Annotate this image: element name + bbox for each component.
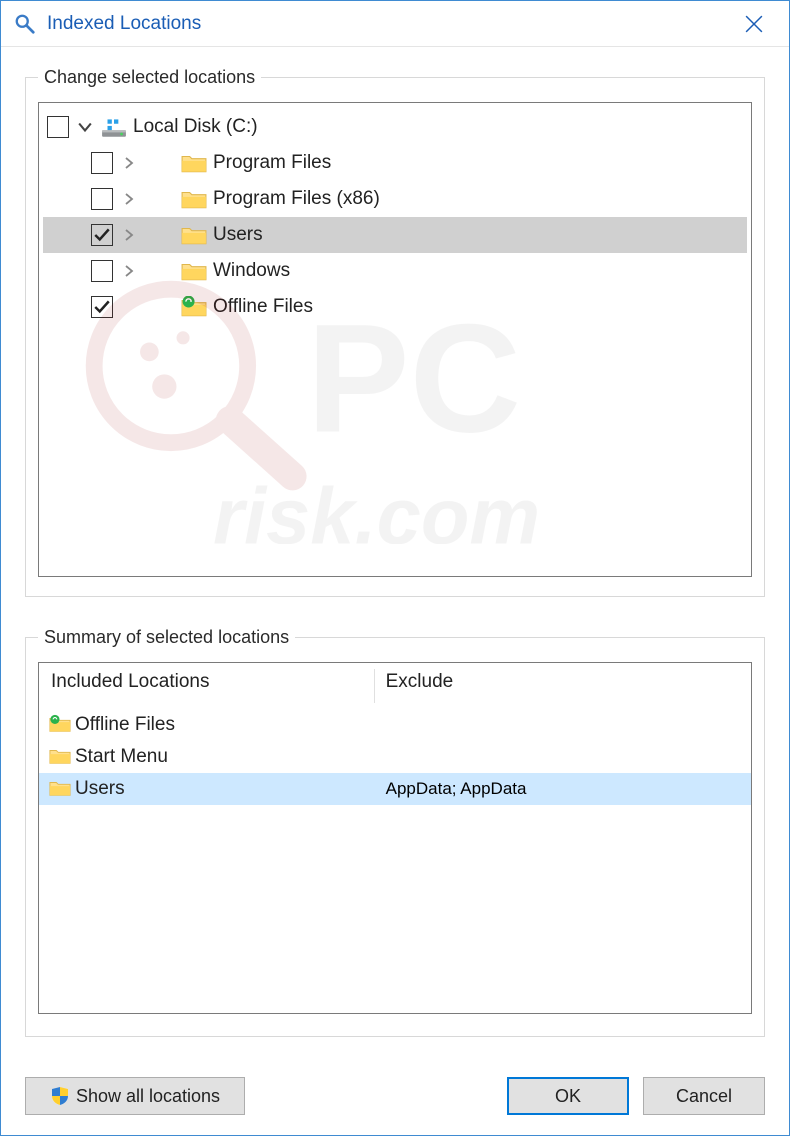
list-item-label: Users <box>75 778 125 800</box>
exclude-cell: AppData; AppData <box>374 773 751 805</box>
tree-expander[interactable] <box>119 261 139 281</box>
shield-icon <box>50 1086 70 1106</box>
change-locations-group: Change selected locations PC risk.com <box>25 67 765 597</box>
list-item[interactable]: Offline Files <box>39 709 374 741</box>
tree-row[interactable]: Users <box>43 217 747 253</box>
offline-folder-icon <box>49 714 71 736</box>
tree-label: Windows <box>213 260 290 282</box>
tree-row[interactable]: Local Disk (C:) <box>43 109 747 145</box>
close-button[interactable] <box>719 1 789 47</box>
folder-icon <box>49 778 71 800</box>
tree-label: Offline Files <box>213 296 313 318</box>
tree-label: Users <box>213 224 263 246</box>
ok-button[interactable]: OK <box>507 1077 629 1115</box>
cancel-button[interactable]: Cancel <box>643 1077 765 1115</box>
dialog-footer: Show all locations OK Cancel <box>25 1077 765 1115</box>
tree-expander[interactable] <box>75 117 95 137</box>
folder-icon <box>49 746 71 768</box>
folder-icon <box>181 222 207 248</box>
summary-list[interactable]: Included Locations Offline Files <box>38 662 752 1014</box>
tree-row[interactable]: Program Files (x86) <box>43 181 747 217</box>
tree-label: Local Disk (C:) <box>133 116 258 138</box>
folder-icon <box>181 186 207 212</box>
tree-label: Program Files <box>213 152 331 174</box>
disk-icon <box>101 114 127 140</box>
list-item-label: Offline Files <box>75 714 175 736</box>
folder-icon <box>181 150 207 176</box>
app-icon <box>13 12 37 36</box>
included-header[interactable]: Included Locations <box>39 663 374 709</box>
list-item[interactable]: Users <box>39 773 374 805</box>
tree-checkbox[interactable] <box>91 296 113 318</box>
chevron-right-icon <box>123 193 135 205</box>
chevron-right-icon <box>123 265 135 277</box>
tree-expander[interactable] <box>119 153 139 173</box>
tree-row[interactable]: Windows <box>43 253 747 289</box>
summary-group: Summary of selected locations Included L… <box>25 627 765 1037</box>
window-title: Indexed Locations <box>47 13 719 35</box>
tree-checkbox[interactable] <box>91 224 113 246</box>
list-item[interactable]: Start Menu <box>39 741 374 773</box>
tree-checkbox[interactable] <box>91 188 113 210</box>
show-all-locations-button[interactable]: Show all locations <box>25 1077 245 1115</box>
tree-row[interactable]: Offline Files <box>43 289 747 325</box>
tree-checkbox[interactable] <box>91 152 113 174</box>
tree-expander[interactable] <box>119 225 139 245</box>
tree-expander[interactable] <box>119 189 139 209</box>
list-item-label: Start Menu <box>75 746 168 768</box>
exclude-cell <box>374 741 751 773</box>
close-icon <box>745 15 763 33</box>
exclude-header[interactable]: Exclude <box>374 663 751 709</box>
offline-folder-icon <box>181 294 207 320</box>
chevron-right-icon <box>123 229 135 241</box>
titlebar: Indexed Locations <box>1 1 789 47</box>
chevron-down-icon <box>78 120 92 134</box>
tree-checkbox[interactable] <box>47 116 69 138</box>
chevron-right-icon <box>123 157 135 169</box>
summary-legend: Summary of selected locations <box>38 627 295 648</box>
svg-text:risk.com: risk.com <box>213 472 540 544</box>
folder-icon <box>181 258 207 284</box>
tree-label: Program Files (x86) <box>213 188 380 210</box>
tree-row[interactable]: Program Files <box>43 145 747 181</box>
locations-tree[interactable]: PC risk.com <box>38 102 752 577</box>
tree-checkbox[interactable] <box>91 260 113 282</box>
exclude-cell <box>374 709 751 741</box>
change-locations-legend: Change selected locations <box>38 67 261 88</box>
